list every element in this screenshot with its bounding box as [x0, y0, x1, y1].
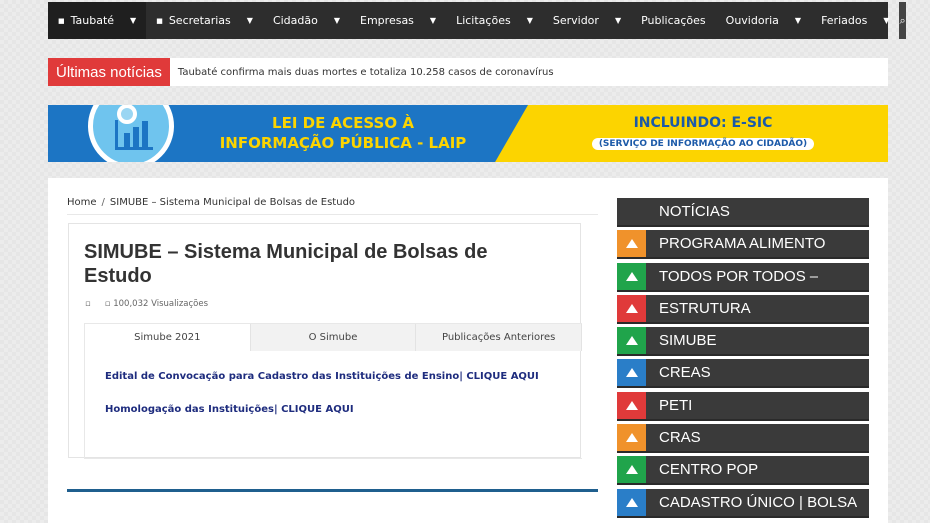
- tab-simube-2021[interactable]: Simube 2021: [85, 324, 251, 351]
- ticker-label: Últimas notícias: [48, 58, 170, 86]
- tab-content: Edital de Convocação para Cadastro das I…: [85, 351, 582, 457]
- main-content: Home / SIMUBE – Sistema Municipal de Bolsa…: [48, 178, 888, 523]
- news-ticker: Últimas notícias Taubaté confirma mais d…: [48, 58, 888, 86]
- nav-item-cidadao[interactable]: Cidadão ▼: [263, 2, 350, 39]
- sidebar-item-creas[interactable]: CREAS: [617, 359, 869, 389]
- link-homologacao[interactable]: Homologação das Instituições| CLIQUE AQU…: [105, 404, 562, 415]
- sidebar-item-centro-pop[interactable]: CENTRO POP: [617, 456, 869, 486]
- triangle-up-icon: [617, 488, 646, 516]
- sidebar-menu: NOTÍCIAS PROGRAMA ALIMENTO TODOS POR TOD…: [617, 198, 869, 521]
- breadcrumb-current: SIMUBE – Sistema Municipal de Bolsas de …: [109, 197, 356, 208]
- triangle-up-icon: [617, 456, 646, 484]
- chevron-down-icon: ▼: [883, 16, 890, 25]
- breadcrumb: Home / SIMUBE – Sistema Municipal de Bolsa…: [67, 197, 356, 208]
- triangle-up-icon: [617, 359, 646, 387]
- chevron-down-icon: ▼: [246, 16, 253, 25]
- chart-magnifier-icon: [88, 105, 174, 162]
- ticker-headline[interactable]: Taubaté confirma mais duas mortes e tota…: [170, 67, 554, 78]
- nav-item-empresas[interactable]: Empresas ▼: [350, 2, 446, 39]
- chevron-down-icon: ▼: [794, 16, 802, 25]
- home-icon: ■: [58, 16, 65, 25]
- triangle-up-icon: [617, 391, 646, 419]
- breadcrumb-home[interactable]: Home: [67, 197, 97, 208]
- nav-item-licitacoes[interactable]: Licitações ▼: [446, 2, 543, 39]
- banner-esic: INCLUINDO: E-SIC (SERVIÇO DE INFORMAÇÃO …: [573, 115, 833, 150]
- article: SIMUBE – Sistema Municipal de Bolsas de …: [68, 223, 583, 459]
- link-edital-convocacao[interactable]: Edital de Convocação para Cadastro das I…: [105, 371, 562, 382]
- view-count: 100,032 Visualizações: [113, 299, 209, 309]
- chevron-down-icon: ▼: [130, 16, 137, 25]
- chevron-down-icon: ▼: [526, 16, 533, 25]
- tab-o-simube[interactable]: O Simube: [251, 324, 417, 351]
- search-button[interactable]: ⌕: [899, 2, 906, 39]
- sidebar-item-cras[interactable]: CRAS: [617, 424, 869, 454]
- triangle-up-icon: [617, 327, 646, 355]
- banner-title: LEI DE ACESSO À INFORMAÇÃO PÚBLICA - LAI…: [219, 114, 467, 152]
- article-meta: ▫ ▫ 100,032 Visualizações: [85, 299, 208, 309]
- triangle-up-icon: [617, 294, 646, 322]
- search-icon: ⌕: [899, 13, 906, 27]
- tab-list: Simube 2021 O Simube Publicações Anterio…: [85, 324, 583, 351]
- nav-item-secretarias[interactable]: ■ Secretarias ▼: [146, 2, 263, 39]
- top-navigation: ■ Taubaté ▼ ■ Secretarias ▼ Cidadão ▼ Em…: [48, 2, 906, 39]
- triangle-up-icon: [617, 262, 646, 290]
- sidebar-item-estrutura[interactable]: ESTRUTURA: [617, 294, 869, 324]
- nav-item-feriados[interactable]: Feriados ▼: [811, 2, 899, 39]
- laip-banner[interactable]: LEI DE ACESSO À INFORMAÇÃO PÚBLICA - LAI…: [48, 105, 888, 162]
- tab-publicacoes-anteriores[interactable]: Publicações Anteriores: [416, 324, 583, 351]
- sidebar-item-noticias[interactable]: NOTÍCIAS: [617, 198, 869, 227]
- eye-icon: ▫: [104, 299, 114, 309]
- tab-panel: Simube 2021 O Simube Publicações Anterio…: [84, 323, 583, 459]
- chevron-down-icon: ▼: [614, 16, 622, 25]
- nav-item-servidor[interactable]: Servidor ▼: [543, 2, 631, 39]
- chevron-down-icon: ▼: [333, 16, 341, 25]
- triangle-up-icon: [617, 230, 646, 258]
- sidebar-item-programa-alimento[interactable]: PROGRAMA ALIMENTO: [617, 230, 869, 260]
- nav-item-ouvidoria[interactable]: Ouvidoria ▼: [716, 2, 811, 39]
- sidebar-item-simube[interactable]: SIMUBE: [617, 327, 869, 357]
- triangle-up-icon: [617, 424, 646, 452]
- nav-item-taubate[interactable]: ■ Taubaté ▼: [48, 2, 147, 39]
- chevron-down-icon: ▼: [429, 16, 437, 25]
- sidebar-item-cadastro-unico[interactable]: CADASTRO ÚNICO | BOLSA: [617, 488, 869, 518]
- nav-item-publicacoes[interactable]: Publicações: [631, 2, 716, 39]
- sidebar-item-todos-por-todos[interactable]: TODOS POR TODOS –: [617, 262, 869, 292]
- page-title: SIMUBE – Sistema Municipal de Bolsas de …: [84, 241, 488, 287]
- sidebar-item-peti[interactable]: PETI: [617, 391, 869, 421]
- bullet-icon: ■: [156, 16, 163, 25]
- clock-icon: ▫: [85, 299, 91, 309]
